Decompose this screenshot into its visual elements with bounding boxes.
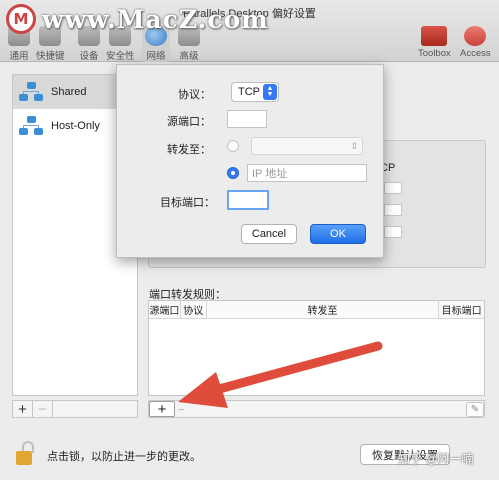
cancel-button[interactable]: Cancel bbox=[241, 224, 297, 244]
protocol-select[interactable]: TCP ▲ ▼ bbox=[231, 82, 279, 102]
toolbar-network-label: 网络 bbox=[146, 51, 166, 62]
side-field-3[interactable] bbox=[384, 226, 402, 238]
network-list-footer: + − bbox=[12, 400, 138, 418]
toolbar-access[interactable]: Access bbox=[460, 26, 491, 59]
toolbar-access-label: Access bbox=[460, 48, 491, 59]
side-field-1[interactable] bbox=[384, 182, 402, 194]
port-rules-header: 源端口 协议 转发至 目标端口 bbox=[149, 301, 484, 319]
network-item-label: Host-Only bbox=[51, 120, 100, 132]
pencil-icon: ✎ bbox=[470, 404, 480, 415]
zhihu-watermark: 知乎 @阿一喃 bbox=[398, 452, 474, 466]
network-item-label: Shared bbox=[51, 86, 87, 98]
chevron-updown-icon: ▲ ▼ bbox=[263, 84, 277, 100]
forward-to-vm-radio[interactable] bbox=[227, 140, 239, 152]
toolbar-general-label: 通用 bbox=[9, 51, 29, 62]
toolbar-devices-label: 设备 bbox=[79, 51, 99, 62]
source-port-label: 源端口： bbox=[167, 116, 211, 128]
column-target-port[interactable]: 目标端口 bbox=[439, 301, 484, 318]
toolbar-toolbox[interactable]: Toolbox bbox=[418, 26, 451, 59]
edit-rule-button[interactable]: ✎ bbox=[466, 402, 484, 417]
toolbar-advanced-label: 高级 bbox=[179, 51, 199, 62]
protocol-label: 协议： bbox=[178, 89, 211, 101]
protocol-value: TCP bbox=[238, 86, 260, 98]
target-port-input[interactable] bbox=[227, 190, 269, 210]
forward-to-ip-radio[interactable] bbox=[227, 167, 239, 179]
access-icon bbox=[464, 26, 487, 46]
network-shared-icon bbox=[19, 82, 43, 102]
annotation-arrow-icon bbox=[178, 341, 383, 408]
toolbar-shortcuts-label: 快捷键 bbox=[36, 51, 65, 62]
side-field-2[interactable] bbox=[384, 204, 402, 216]
forward-to-label: 转发至： bbox=[167, 144, 211, 156]
toolbox-icon bbox=[421, 26, 448, 46]
remove-network-button[interactable]: − bbox=[33, 401, 53, 418]
toolbar-security-label: 安全性 bbox=[106, 51, 135, 62]
column-forward-to[interactable]: 转发至 bbox=[207, 301, 440, 318]
network-hostonly-icon bbox=[19, 116, 43, 136]
target-port-label: 目标端口： bbox=[160, 197, 215, 209]
add-rule-sheet: 协议： TCP ▲ ▼ 源端口： 转发至： ⇕ IP 地址 目标端口： Cance… bbox=[116, 64, 384, 258]
toolbar-toolbox-label: Toolbox bbox=[418, 48, 451, 59]
macz-watermark: M www.MacZ.com bbox=[6, 2, 269, 36]
forward-to-vm-select[interactable]: ⇕ bbox=[251, 137, 363, 155]
column-protocol[interactable]: 协议 bbox=[181, 301, 207, 318]
column-source-port[interactable]: 源端口 bbox=[149, 301, 181, 318]
title-bar: Parallels Desktop 偏好设置 通用 快捷键 设备 安全性 网络 … bbox=[0, 0, 499, 62]
macz-watermark-text: www.MacZ.com bbox=[42, 4, 269, 34]
macz-logo: M bbox=[6, 4, 36, 34]
source-port-input[interactable] bbox=[227, 110, 267, 128]
lock-hint-text: 点击锁，以防止进一步的更改。 bbox=[47, 451, 201, 463]
add-network-button[interactable]: + bbox=[13, 401, 33, 418]
ok-button[interactable]: OK bbox=[310, 224, 366, 244]
ip-address-input[interactable]: IP 地址 bbox=[247, 164, 367, 182]
lock-icon[interactable] bbox=[16, 441, 34, 465]
chevron-updown-icon: ⇕ bbox=[350, 140, 358, 151]
